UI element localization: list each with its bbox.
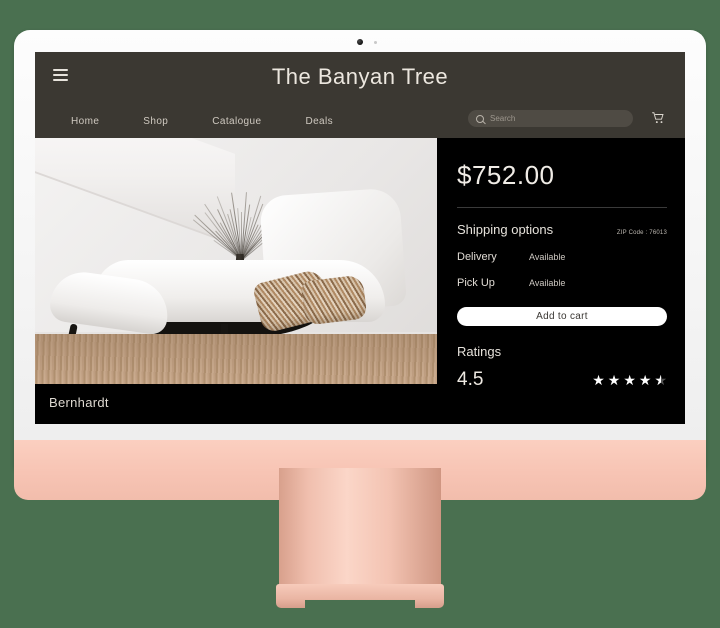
nav-item-deals[interactable]: Deals — [305, 116, 333, 127]
add-to-cart-button[interactable]: Add to cart — [457, 307, 667, 326]
product-detail-panel: $752.00 Shipping options ZIP Code : 7601… — [437, 138, 685, 424]
rating-value: 4.5 — [457, 369, 484, 390]
star-icon: ★ — [623, 372, 636, 388]
star-icon: ★ — [607, 372, 621, 388]
nav-item-catalogue[interactable]: Catalogue — [212, 116, 261, 127]
product-caption: Bernhardt — [35, 384, 437, 424]
star-icon: ★ — [592, 372, 605, 388]
rating-stars[interactable]: ★ ★ ★ ★ ★ — [592, 373, 667, 387]
striped-pillow — [300, 274, 368, 326]
screen: The Banyan Tree Home Shop Catalogue Deal… — [35, 52, 685, 424]
shipping-options-title: Shipping options — [457, 222, 554, 237]
status-led-icon — [374, 41, 377, 44]
product-price: $752.00 — [457, 160, 555, 190]
search-input[interactable] — [490, 114, 625, 123]
shipping-row-delivery: Delivery Available — [457, 251, 667, 263]
shipping-header: Shipping options ZIP Code : 76013 — [457, 222, 667, 237]
product-image[interactable] — [35, 138, 437, 384]
star-icon: ★ — [654, 373, 667, 387]
shag-rug — [35, 334, 437, 384]
divider — [457, 207, 667, 208]
shipping-row-pickup: Pick Up Available — [457, 277, 667, 289]
monitor-stand-neck — [279, 468, 441, 588]
delivery-label: Delivery — [457, 251, 497, 263]
product-media: Bernhardt — [35, 138, 437, 424]
search-icon — [476, 114, 484, 123]
zip-code-label[interactable]: ZIP Code : 76013 — [617, 230, 667, 236]
search-container — [468, 110, 633, 127]
search-bar[interactable] — [468, 110, 633, 127]
nav-links: Home Shop Catalogue Deals — [71, 116, 333, 127]
nav-item-home[interactable]: Home — [71, 116, 99, 127]
ratings-title: Ratings — [457, 344, 502, 359]
content-area: Bernhardt $752.00 Shipping options ZIP C… — [35, 138, 685, 424]
navigation-bar: Home Shop Catalogue Deals — [35, 104, 685, 138]
stand-base-notch — [305, 600, 415, 610]
pickup-status: Available — [529, 278, 566, 288]
page-title: The Banyan Tree — [271, 64, 449, 89]
site-header: The Banyan Tree — [35, 52, 685, 104]
delivery-status: Available — [529, 252, 566, 262]
pickup-label: Pick Up — [457, 277, 495, 289]
ratings-row: 4.5 ★ ★ ★ ★ ★ — [457, 369, 667, 391]
camera-dot-icon — [357, 39, 363, 45]
imac-monitor: The Banyan Tree Home Shop Catalogue Deal… — [14, 30, 706, 500]
nav-item-shop[interactable]: Shop — [143, 116, 168, 127]
product-name: Bernhardt — [49, 395, 109, 410]
star-icon: ★ — [638, 372, 652, 388]
shopping-cart-icon[interactable] — [651, 110, 665, 126]
